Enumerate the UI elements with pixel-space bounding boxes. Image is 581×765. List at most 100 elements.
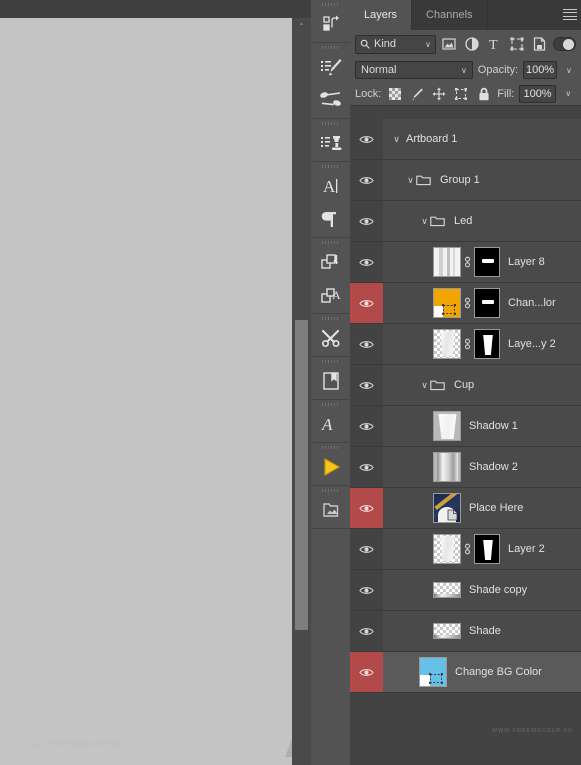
layer-row[interactable]: Laye...y 2 [350,324,581,365]
type-layer-filter-icon[interactable]: T [485,34,504,55]
script-type-tool[interactable]: A [311,407,350,440]
layer-row-body[interactable]: Shadow 2 [383,447,581,487]
layer-mask-thumbnail[interactable] [474,247,500,277]
layer-row-body[interactable]: ∨ Cup [383,365,581,405]
opacity-input[interactable]: 100% [523,61,557,79]
layer-row[interactable]: Place Here [350,488,581,529]
layer-row[interactable]: Shadow 1 [350,406,581,447]
lock-image-pixels-icon[interactable] [408,85,425,103]
hamburger-menu-icon[interactable] [563,9,577,20]
opacity-chevron-down-icon[interactable]: ∨ [562,61,576,79]
layer-visibility-toggle[interactable] [350,570,383,610]
layer-row[interactable]: Layer 8 [350,242,581,283]
lock-position-icon[interactable] [431,85,448,103]
scrollbar-thumb[interactable] [295,320,308,630]
horizontal-type-tool[interactable]: A [311,169,350,202]
layer-visibility-toggle[interactable] [350,365,383,405]
layer-visibility-toggle[interactable] [350,201,383,241]
layer-row-body[interactable]: Change BG Color [383,652,581,692]
layer-visibility-toggle[interactable] [350,611,383,651]
layer-mask-link-icon[interactable] [461,541,474,557]
shape-layer-filter-icon[interactable] [508,34,527,55]
disclosure-chevron-icon[interactable]: ∨ [419,365,430,405]
layer-visibility-toggle[interactable] [350,529,383,569]
document-canvas[interactable]: ALL FREE MOCKUPS FOR [0,18,308,765]
layer-row-body[interactable]: Place Here [383,488,581,528]
layer-mask-link-icon[interactable] [461,254,474,270]
path-selection-tool[interactable] [311,450,350,483]
layer-thumbnail[interactable] [433,329,461,359]
chevron-down-icon[interactable]: ∨ [461,66,467,75]
layer-visibility-toggle[interactable] [350,119,383,159]
layer-visibility-toggle[interactable] [350,160,383,200]
layer-mask-thumbnail[interactable] [474,329,500,359]
layer-thumbnail[interactable] [433,493,461,523]
clone-stamp-tool[interactable] [311,126,350,159]
layer-row-body[interactable]: ∨ Group 1 [383,160,581,200]
tab-channels[interactable]: Channels [412,0,488,30]
pixel-layer-filter-icon[interactable] [440,34,459,55]
disclosure-chevron-icon[interactable]: ∨ [405,160,416,200]
layer-row[interactable]: Shadow 2 [350,447,581,488]
layer-row-body[interactable]: Shade [383,611,581,651]
layer-row-body[interactable]: ∨ Artboard 1 [383,119,581,159]
layer-visibility-toggle[interactable] [350,488,383,528]
disclosure-chevron-icon[interactable]: ∨ [391,119,402,159]
tab-layers[interactable]: Layers [350,0,413,30]
layer-thumbnail[interactable] [433,411,461,441]
mixer-brush-tool[interactable] [311,83,350,116]
layer-thumbnail[interactable] [419,657,447,687]
chevron-down-icon[interactable]: ∨ [425,40,431,49]
layer-row-body[interactable]: ∨ Led [383,201,581,241]
layer-list[interactable]: ∨ Artboard 1 ∨ Group 1 ∨ Led Layer 8 Cha… [350,119,581,765]
layer-visibility-toggle[interactable] [350,242,383,282]
smart-object-filter-icon[interactable] [530,34,549,55]
filter-enable-toggle[interactable] [552,37,577,51]
layer-visibility-toggle[interactable] [350,406,383,446]
brush-tool[interactable] [311,50,350,83]
layer-thumbnail[interactable] [433,247,461,277]
layer-row[interactable]: Change BG Color [350,652,581,693]
layer-mask-link-icon[interactable] [461,295,474,311]
layer-thumbnail[interactable] [433,534,461,564]
place-image-tool[interactable] [311,493,350,526]
layer-row-body[interactable]: Shade copy [383,570,581,610]
layer-visibility-toggle[interactable] [350,652,383,692]
layer-mask-thumbnail[interactable] [474,534,500,564]
layer-shape-tool[interactable] [311,245,350,278]
layer-row[interactable]: ∨ Group 1 [350,160,581,201]
layer-type-tool[interactable]: A [311,278,350,311]
fill-chevron-down-icon[interactable]: ∨ [561,85,576,103]
edit-toolbar-tool[interactable] [311,321,350,354]
layer-row-body[interactable]: Layer 8 [383,242,581,282]
notes-tool[interactable] [311,364,350,397]
layer-row[interactable]: Layer 2 [350,529,581,570]
layer-row-body[interactable]: Layer 2 [383,529,581,569]
layer-row[interactable]: ∨ Cup [350,365,581,406]
filter-kind-select[interactable]: Kind ∨ [355,34,436,54]
layer-visibility-toggle[interactable] [350,283,383,323]
adjustment-layer-filter-icon[interactable] [462,34,481,55]
layer-mask-thumbnail[interactable] [474,288,500,318]
artboard-tool[interactable] [311,7,350,40]
lock-all-icon[interactable] [475,85,492,103]
blend-mode-select[interactable]: Normal ∨ [355,61,473,79]
paragraph-tool[interactable] [311,202,350,235]
layer-thumbnail[interactable] [433,288,461,318]
layer-row[interactable]: Shade copy [350,570,581,611]
layer-row[interactable]: ∨ Artboard 1 [350,119,581,160]
disclosure-chevron-icon[interactable]: ∨ [419,201,430,241]
layer-row-body[interactable]: Chan...lor [383,283,581,323]
canvas-vertical-scrollbar[interactable]: ⌃ [292,18,311,765]
lock-artboard-nesting-icon[interactable] [453,85,470,103]
layer-visibility-toggle[interactable] [350,447,383,487]
fill-input[interactable]: 100% [519,84,556,103]
layer-thumbnail[interactable] [433,452,461,482]
layer-thumbnail[interactable] [433,582,461,598]
layer-row-body[interactable]: Shadow 1 [383,406,581,446]
layer-row[interactable]: Chan...lor [350,283,581,324]
scroll-up-arrow-icon[interactable]: ⌃ [292,18,311,34]
layer-thumbnail[interactable] [433,623,461,639]
layer-row-body[interactable]: Laye...y 2 [383,324,581,364]
layer-mask-link-icon[interactable] [461,336,474,352]
